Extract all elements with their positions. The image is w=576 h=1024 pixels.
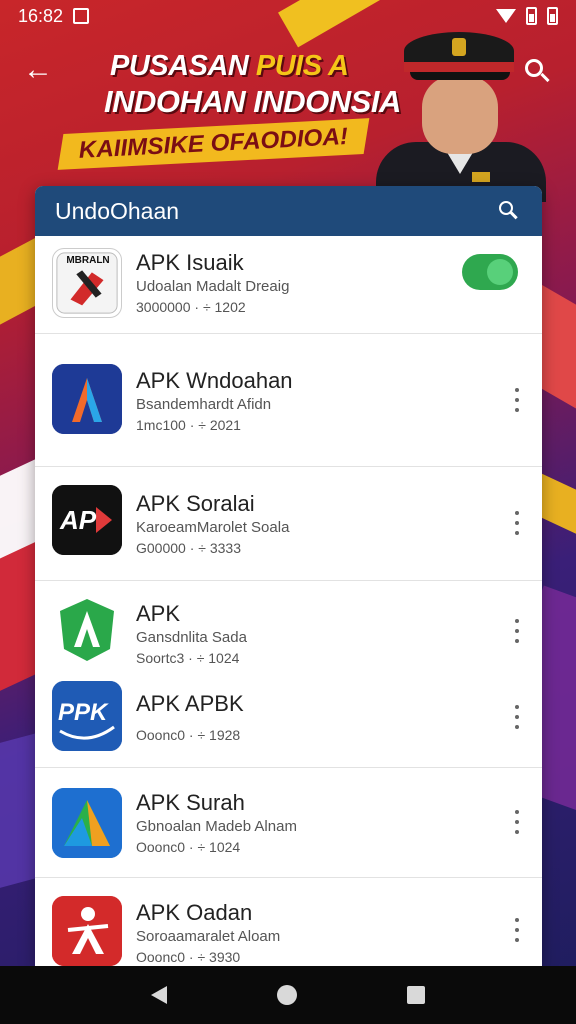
list-item[interactable]: APK Oadan Soroaamaralet Aloam Ooonc0 · ÷… xyxy=(35,878,542,966)
panel-header: UndoOhaan xyxy=(35,186,542,236)
battery-icon xyxy=(526,7,537,25)
battery-icon-secondary xyxy=(547,7,558,25)
more-options-icon[interactable] xyxy=(510,810,524,834)
app-meta: Ooonc0 · ÷ 1024 xyxy=(136,839,241,855)
app-subtitle: Gansdnlita Sada xyxy=(136,629,247,646)
more-options-icon[interactable] xyxy=(510,511,524,535)
banner-title-part: PUSASAN xyxy=(110,50,256,82)
app-name: APK Wndoahan xyxy=(136,368,293,393)
ppk-logo-icon: PPK xyxy=(52,681,122,751)
app-toggle[interactable] xyxy=(462,254,518,290)
list-item[interactable]: AP APK Soralai KaroeamMarolet Soala G000… xyxy=(35,467,542,581)
app-meta: 1mc100 · ÷ 2021 xyxy=(136,417,241,433)
photo-thumbnail-icon: MBRALN xyxy=(52,248,122,318)
more-options-icon[interactable] xyxy=(510,388,524,412)
status-bar: 16:82 xyxy=(0,0,576,32)
status-time: 16:82 xyxy=(18,5,64,26)
green-a-icon xyxy=(52,595,122,665)
banner-ribbon: KAIIMSIKE OFAODIOA! xyxy=(57,118,370,170)
triangle-a-icon xyxy=(52,788,122,858)
app-name: APK Oadan xyxy=(136,900,253,925)
nav-recents-icon[interactable] xyxy=(407,986,425,1004)
app-meta: Soortc3 · ÷ 1024 xyxy=(136,650,240,666)
back-button[interactable]: ← xyxy=(22,53,54,88)
app-name: APK xyxy=(136,601,181,626)
list-item[interactable]: APK Gansdnlita Sada Soortc3 · ÷ 1024 xyxy=(35,581,542,671)
app-list-panel: UndoOhaan MBRALN APK Isuaik Udoalan Mada… xyxy=(35,186,542,966)
nav-home-icon[interactable] xyxy=(277,985,297,1005)
banner-title-line2: INDOHAN INDONSIA xyxy=(104,84,401,119)
search-button[interactable] xyxy=(522,56,554,88)
more-options-icon[interactable] xyxy=(510,619,524,643)
system-nav-bar xyxy=(0,966,576,1024)
arrow-left-icon: ← xyxy=(23,53,53,86)
icon-caption: MBRALN xyxy=(66,255,110,266)
notification-icon xyxy=(73,8,90,24)
app-name: APK APBK xyxy=(136,691,244,716)
list-item[interactable]: MBRALN APK Isuaik Udoalan Madalt Dreaig … xyxy=(35,236,542,334)
ap-logo-icon: AP xyxy=(52,485,122,555)
app-name: APK Surah xyxy=(136,790,245,815)
more-options-icon[interactable] xyxy=(510,918,524,942)
app-subtitle: Bsandemhardt Afidn xyxy=(136,396,272,413)
banner-ribbon-text: KAIIMSIKE OFAODIOA! xyxy=(77,123,349,164)
app-name: APK Isuaik xyxy=(136,250,244,275)
banner-title-line1: PUSASAN PUIS A xyxy=(110,50,349,83)
nav-back-icon[interactable] xyxy=(151,986,167,1004)
app-meta: Ooonc0 · ÷ 3930 xyxy=(136,949,241,965)
wifi-icon xyxy=(496,9,516,23)
app-name: APK Soralai xyxy=(136,491,255,516)
panel-search-icon[interactable] xyxy=(496,198,522,224)
banner-header: ← PUSASAN PUIS A INDOHAN INDONSIA KAIIMS… xyxy=(0,32,576,202)
app-subtitle: Soroaamaralet Aloam xyxy=(136,928,281,945)
app-meta: Ooonc0 · ÷ 1928 xyxy=(136,727,241,743)
list-item[interactable]: APK Surah Gbnoalan Madeb Alnam Ooonc0 · … xyxy=(35,768,542,878)
list-item[interactable]: APK Wndoahan Bsandemhardt Afidn 1mc100 ·… xyxy=(35,334,542,467)
app-subtitle: Udoalan Madalt Dreaig xyxy=(136,278,290,295)
panel-title: UndoOhaan xyxy=(55,197,180,224)
banner-title-accent: PUIS A xyxy=(255,50,349,82)
list-item[interactable]: PPK APK APBK Ooonc0 · ÷ 1928 xyxy=(35,671,542,768)
icon-caption: AP xyxy=(60,505,97,535)
more-options-icon[interactable] xyxy=(510,705,524,729)
icon-caption: PPK xyxy=(58,699,108,726)
red-figure-icon xyxy=(52,896,122,966)
app-meta: G00000 · ÷ 3333 xyxy=(136,540,241,556)
officer-illustration xyxy=(376,32,546,202)
search-icon xyxy=(522,56,554,88)
app-meta: 3000000 · ÷ 1202 xyxy=(136,299,246,315)
app-subtitle: KaroeamMarolet Soala xyxy=(136,519,290,536)
app-subtitle: Gbnoalan Madeb Alnam xyxy=(136,818,297,835)
letter-a-icon xyxy=(52,364,122,434)
